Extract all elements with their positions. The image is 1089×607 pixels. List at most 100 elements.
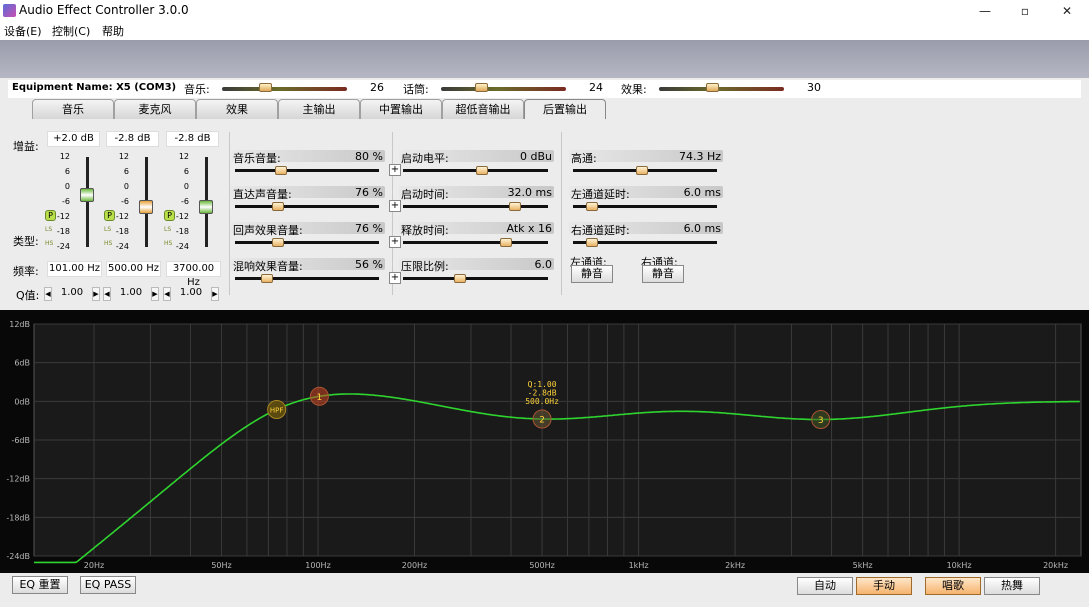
expand-button[interactable]: + xyxy=(389,164,401,176)
band-frequency-value[interactable]: 101.00 Hz xyxy=(47,261,102,277)
band-gain-knob[interactable] xyxy=(80,187,94,202)
music-level-label: 音乐: xyxy=(184,83,210,96)
close-button[interactable]: ✕ xyxy=(1047,2,1087,20)
band-scale-tick: -18 xyxy=(175,227,189,236)
effect-level-track[interactable] xyxy=(659,87,784,91)
band-scale-tick: 12 xyxy=(178,152,189,161)
band-gain-track[interactable] xyxy=(86,157,89,247)
low-shelf-button[interactable]: LS xyxy=(104,226,111,233)
mic-level-value: 24 xyxy=(589,81,603,94)
param-slider-track[interactable] xyxy=(235,205,379,208)
param-slider-track[interactable] xyxy=(403,241,548,244)
peak-type-button[interactable]: P xyxy=(104,210,115,221)
param-slider-track[interactable] xyxy=(235,169,379,172)
mic-level-knob[interactable] xyxy=(474,83,488,92)
tab-subwoofer-output[interactable]: 超低音输出 xyxy=(442,99,524,119)
band-gain-value[interactable]: -2.8 dB xyxy=(106,131,159,147)
tab-center-output[interactable]: 中置输出 xyxy=(360,99,442,119)
low-shelf-button[interactable]: LS xyxy=(45,226,52,233)
music-level-knob[interactable] xyxy=(258,83,272,92)
band-scale-tick: -6 xyxy=(181,197,189,206)
param-slider-knob[interactable] xyxy=(261,274,274,283)
mic-level-track[interactable] xyxy=(441,87,566,91)
eq-pass-button[interactable]: EQ PASS xyxy=(80,576,136,594)
band-scale-tick: 0 xyxy=(183,182,189,191)
high-shelf-button[interactable]: HS xyxy=(164,240,172,247)
eq-graph[interactable]: 12dB 6dB 0dB -6dB -12dB -18dB -24dB 20Hz 50Hz 100… xyxy=(0,310,1089,573)
param-slider-track[interactable] xyxy=(235,241,379,244)
tab-music[interactable]: 音乐 xyxy=(32,99,114,119)
app-icon xyxy=(3,4,16,17)
high-shelf-button[interactable]: HS xyxy=(104,240,112,247)
band-q-value[interactable]: 1.00 xyxy=(113,286,149,302)
q-increase-button[interactable]: ▶ xyxy=(92,287,100,301)
eq-reset-button[interactable]: EQ 重置 xyxy=(12,576,68,594)
band-scale-tick: 0 xyxy=(123,182,129,191)
q-decrease-button[interactable]: ◀ xyxy=(163,287,171,301)
tab-effect[interactable]: 效果 xyxy=(196,99,278,119)
graph-y-label: 0dB xyxy=(14,397,30,406)
band-gain-value[interactable]: -2.8 dB xyxy=(166,131,219,147)
band-q-value[interactable]: 1.00 xyxy=(173,286,209,302)
header-band xyxy=(0,40,1089,78)
low-shelf-button[interactable]: LS xyxy=(164,226,171,233)
param-slider-knob[interactable] xyxy=(586,202,599,211)
param-slider-knob[interactable] xyxy=(453,274,466,283)
param-slider-knob[interactable] xyxy=(636,166,649,175)
high-shelf-button[interactable]: HS xyxy=(45,240,53,247)
param-slider-knob[interactable] xyxy=(500,238,513,247)
param-slider-track[interactable] xyxy=(403,277,548,280)
param-slider-track[interactable] xyxy=(235,277,379,280)
band-gain-knob[interactable] xyxy=(199,200,213,215)
menu-control[interactable]: 控制(C) xyxy=(52,23,90,39)
band-frequency-value[interactable]: 3700.00 Hz xyxy=(166,261,221,288)
param-slider-knob[interactable] xyxy=(509,202,522,211)
expand-button[interactable]: + xyxy=(389,200,401,212)
graph-x-label: 2kHz xyxy=(725,561,745,570)
eq-node-2-label: 2 xyxy=(539,416,545,426)
mic-level-label: 话筒: xyxy=(403,83,429,96)
param-slider-knob[interactable] xyxy=(476,166,489,175)
param-slider-knob[interactable] xyxy=(271,202,284,211)
auto-button[interactable]: 自动 xyxy=(797,577,853,595)
expand-button[interactable]: + xyxy=(389,236,401,248)
param-value: 56 % xyxy=(355,258,383,271)
peak-type-button[interactable]: P xyxy=(45,210,56,221)
band-q-value[interactable]: 1.00 xyxy=(54,286,90,302)
peak-type-button[interactable]: P xyxy=(164,210,175,221)
divider xyxy=(561,132,562,295)
param-slider-knob[interactable] xyxy=(586,238,599,247)
manual-button[interactable]: 手动 xyxy=(856,577,912,595)
band-gain-value[interactable]: +2.0 dB xyxy=(47,131,100,147)
menu-help[interactable]: 帮助 xyxy=(102,23,124,39)
q-increase-button[interactable]: ▶ xyxy=(151,287,159,301)
right-mute-button[interactable]: 静音 xyxy=(642,265,684,283)
q-increase-button[interactable]: ▶ xyxy=(211,287,219,301)
minimize-button[interactable]: — xyxy=(965,2,1005,20)
left-mute-button[interactable]: 静音 xyxy=(571,265,613,283)
type-label: 类型: xyxy=(13,235,39,248)
sing-button[interactable]: 唱歌 xyxy=(925,577,981,595)
param-slider-knob[interactable] xyxy=(271,238,284,247)
expand-button[interactable]: + xyxy=(389,272,401,284)
gain-label: 增益: xyxy=(13,140,39,153)
tab-rear-output[interactable]: 后置输出 xyxy=(524,99,606,119)
tab-main-output[interactable]: 主输出 xyxy=(278,99,360,119)
param-slider-knob[interactable] xyxy=(274,166,287,175)
band-gain-knob[interactable] xyxy=(139,200,153,215)
graph-x-label: 10kHz xyxy=(947,561,972,570)
band-frequency-value[interactable]: 500.00 Hz xyxy=(106,261,161,277)
effect-level-knob[interactable] xyxy=(706,83,720,92)
param-slider-track[interactable] xyxy=(403,205,548,208)
maximize-button[interactable]: ▫ xyxy=(1005,2,1045,20)
tab-microphone[interactable]: 麦克风 xyxy=(114,99,196,119)
q-decrease-button[interactable]: ◀ xyxy=(103,287,111,301)
q-label: Q值: xyxy=(16,289,40,302)
band-scale-tick: 6 xyxy=(123,167,129,176)
dance-button[interactable]: 热舞 xyxy=(984,577,1040,595)
equipment-bar: Equipment Name: X5 (COM3) 音乐: 26 话筒: 24 … xyxy=(8,80,1081,98)
menu-device[interactable]: 设备(E) xyxy=(4,23,42,39)
music-level-track[interactable] xyxy=(222,87,347,91)
q-decrease-button[interactable]: ◀ xyxy=(44,287,52,301)
band-scale-tick: 6 xyxy=(183,167,189,176)
